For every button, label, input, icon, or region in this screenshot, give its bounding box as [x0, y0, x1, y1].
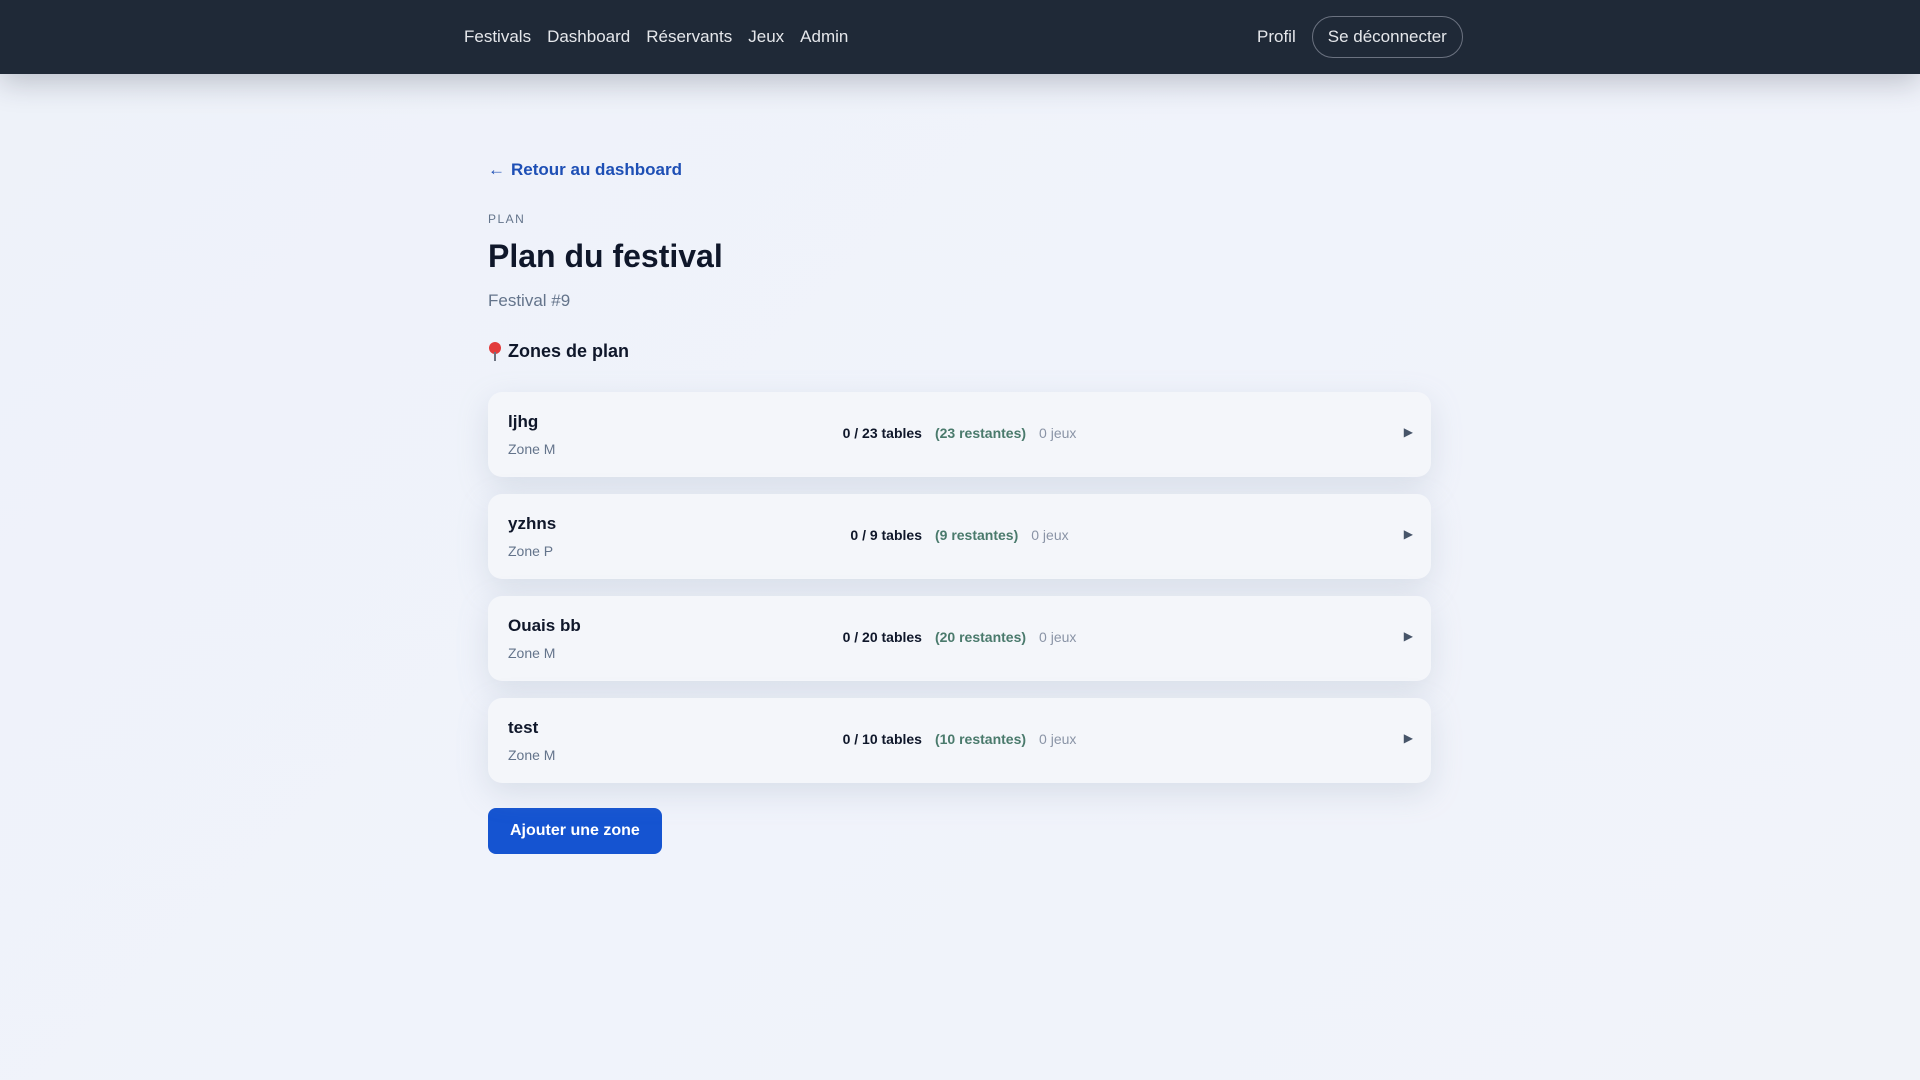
- zone-card[interactable]: test Zone M 0 / 10 tables (10 restantes)…: [488, 698, 1431, 783]
- section-title: Zones de plan: [488, 341, 1431, 362]
- zone-card[interactable]: Ouais bb Zone M 0 / 20 tables (20 restan…: [488, 596, 1431, 681]
- zone-list: ljhg Zone M 0 / 23 tables (23 restantes)…: [488, 392, 1431, 783]
- logout-button[interactable]: Se déconnecter: [1311, 16, 1463, 58]
- zone-tables-count: 0 / 9 tables: [850, 527, 922, 543]
- pin-icon: [488, 341, 502, 362]
- zone-tables-count: 0 / 10 tables: [842, 731, 922, 747]
- page-eyebrow: PLAN: [488, 212, 526, 226]
- nav-link-festivals[interactable]: Festivals: [464, 27, 531, 47]
- zone-stats: 0 / 20 tables (20 restantes) 0 jeux: [488, 629, 1431, 645]
- zone-stats: 0 / 10 tables (10 restantes) 0 jeux: [488, 731, 1431, 747]
- nav-link-jeux[interactable]: Jeux: [748, 27, 784, 47]
- zone-stats: 0 / 23 tables (23 restantes) 0 jeux: [488, 425, 1431, 441]
- zone-card[interactable]: ljhg Zone M 0 / 23 tables (23 restantes)…: [488, 392, 1431, 477]
- zone-tables-count: 0 / 23 tables: [842, 425, 922, 441]
- section-title-label: Zones de plan: [508, 341, 630, 361]
- zone-stats: 0 / 9 tables (9 restantes) 0 jeux: [488, 527, 1431, 543]
- page-subtitle: Festival #9: [488, 291, 571, 310]
- zone-games-count: 0 jeux: [1031, 527, 1069, 543]
- page-title: Plan du festival: [488, 238, 723, 274]
- zone-label: Zone P: [508, 543, 554, 559]
- back-to-dashboard-link[interactable]: ← Retour au dashboard: [488, 160, 682, 180]
- add-zone-button[interactable]: Ajouter une zone: [488, 808, 662, 854]
- zone-games-count: 0 jeux: [1039, 425, 1077, 441]
- zone-games-count: 0 jeux: [1039, 731, 1077, 747]
- main-content: ← Retour au dashboard PLAN Plan du festi…: [488, 160, 1431, 854]
- zone-tables-remaining: (9 restantes): [934, 527, 1019, 543]
- zone-tables-remaining: (23 restantes): [934, 425, 1027, 441]
- triangle-right-icon[interactable]: ▶: [1404, 527, 1413, 541]
- zone-games-count: 0 jeux: [1039, 629, 1077, 645]
- arrow-left-icon: ←: [488, 160, 505, 179]
- main-nav: Festivals Dashboard Réservants Jeux Admi…: [464, 0, 848, 74]
- nav-user-actions: Profil Se déconnecter: [1257, 0, 1463, 74]
- zone-card[interactable]: yzhns Zone P 0 / 9 tables (9 restantes) …: [488, 494, 1431, 579]
- top-navbar: Festivals Dashboard Réservants Jeux Admi…: [0, 0, 1920, 74]
- profile-link[interactable]: Profil: [1257, 27, 1296, 47]
- zone-tables-remaining: (10 restantes): [934, 731, 1027, 747]
- nav-link-reservants[interactable]: Réservants: [646, 27, 732, 47]
- zone-label: Zone M: [508, 441, 556, 457]
- nav-link-admin[interactable]: Admin: [800, 27, 848, 47]
- back-link-label: Retour au dashboard: [511, 160, 682, 179]
- zone-tables-remaining: (20 restantes): [934, 629, 1027, 645]
- triangle-right-icon[interactable]: ▶: [1404, 425, 1413, 439]
- triangle-right-icon[interactable]: ▶: [1404, 629, 1413, 643]
- triangle-right-icon[interactable]: ▶: [1404, 731, 1413, 745]
- zone-label: Zone M: [508, 747, 556, 763]
- zone-label: Zone M: [508, 645, 556, 661]
- nav-link-dashboard[interactable]: Dashboard: [547, 27, 630, 47]
- zone-tables-count: 0 / 20 tables: [842, 629, 922, 645]
